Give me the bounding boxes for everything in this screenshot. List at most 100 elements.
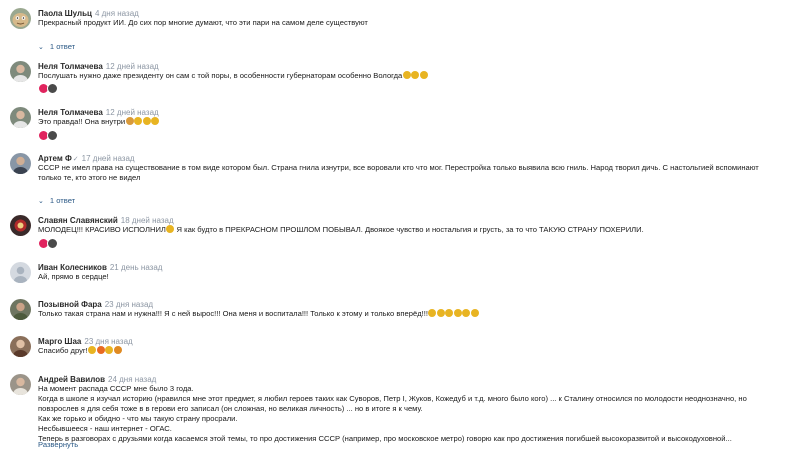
author-name[interactable]: Позывной Фара <box>38 300 102 309</box>
comment-line: На момент распада СССР мне было 3 года. <box>38 384 194 393</box>
avatar[interactable] <box>10 336 31 357</box>
comment-line: только те, кто этого не видел <box>38 173 141 182</box>
avatar[interactable] <box>10 61 31 82</box>
thumbs-up-icon <box>134 117 143 125</box>
verified-icon: ✓ <box>72 156 79 163</box>
comment-text: Послушать нужно даже президенту он сам с… <box>38 71 790 81</box>
replies-toggle[interactable]: ⌄ 1 ответ <box>38 42 75 51</box>
comment-line: Когда в школе я изучал историю (нравился… <box>38 394 747 403</box>
flex-icon <box>105 346 114 354</box>
hand-icon <box>462 309 471 317</box>
comment-line: Спасибо друг! <box>38 346 790 356</box>
comment-text: Спасибо друг! <box>38 346 790 356</box>
comment-author[interactable]: Андрей Вавилов 24 дня назад <box>38 375 156 384</box>
comment-line: Это правда!! Она внутри <box>38 117 790 127</box>
author-name[interactable]: Неля Толмачева <box>38 108 103 117</box>
cartoon-face-avatar-icon <box>10 8 31 29</box>
comment-author[interactable]: Артем Ф✓ 17 дней назад <box>38 154 135 163</box>
heart-dark-icon <box>47 82 58 94</box>
author-name[interactable]: Марго Шаа <box>38 337 81 346</box>
fire-icon <box>96 346 105 354</box>
comment-text: Это правда!! Она внутри <box>38 117 790 127</box>
thumbs-up-icon <box>419 71 428 79</box>
avatar[interactable] <box>10 262 31 283</box>
default-user-avatar-icon <box>10 262 31 283</box>
comment-author[interactable]: Паола Шульц 4 дня назад <box>38 9 139 18</box>
hand-icon <box>453 309 462 317</box>
comment-date[interactable]: 21 день назад <box>110 263 163 272</box>
clap-icon <box>125 117 134 125</box>
comment-line: МОЛОДЕЦ!!! КРАСИВО ИСПОЛНИЛ Я как будто … <box>38 225 644 234</box>
reactions[interactable] <box>38 237 58 249</box>
chevron-down-icon: ⌄ <box>38 198 44 205</box>
comment-date[interactable]: 24 дня назад <box>108 375 156 384</box>
thumbs-up-icon <box>411 71 420 79</box>
author-name[interactable]: Паола Шульц <box>38 9 92 18</box>
comment-text: МОЛОДЕЦ!!! КРАСИВО ИСПОЛНИЛ Я как будто … <box>38 225 790 235</box>
comment-author[interactable]: Марго Шаа 23 дня назад <box>38 337 133 346</box>
pray-icon <box>88 346 97 354</box>
thumbs-up-icon <box>402 71 411 79</box>
comment-line: Ай, прямо в сердце! <box>38 272 109 281</box>
thumbs-up-icon <box>142 117 151 125</box>
person-photo-avatar-icon <box>10 107 31 128</box>
author-name[interactable]: Неля Толмачева <box>38 62 103 71</box>
hand-icon <box>445 309 454 317</box>
comment-line: повзрослев я для себя тоже в в герови ег… <box>38 404 423 413</box>
thumbs-up-icon <box>151 117 160 125</box>
comment-date[interactable]: 4 дня назад <box>95 9 139 18</box>
heart-dark-icon <box>47 129 58 141</box>
replies-toggle[interactable]: ⌄ 1 ответ <box>38 196 75 205</box>
comment-line: Послушать нужно даже президенту он сам с… <box>38 71 790 81</box>
comment-author[interactable]: Иван Колесников 21 день назад <box>38 263 162 272</box>
avatar[interactable] <box>10 374 31 395</box>
comment-text: Ай, прямо в сердце! <box>38 272 790 282</box>
heart-icon <box>436 309 445 317</box>
avatar[interactable] <box>10 299 31 320</box>
heart-dark-icon <box>47 237 58 249</box>
person-photo-avatar-icon <box>10 299 31 320</box>
expand-link[interactable]: Развернуть <box>38 440 78 449</box>
author-name[interactable]: Славян Славянский <box>38 216 118 225</box>
author-name[interactable]: Артем Ф <box>38 154 72 163</box>
author-name[interactable]: Иван Колесников <box>38 263 107 272</box>
hand-icon <box>470 309 479 317</box>
reactions[interactable] <box>38 82 58 94</box>
comment-line: Как же горько и обидно - что мы такую ст… <box>38 414 238 423</box>
comment-line: Несбывшееся - наш интернет - ОГАС. <box>38 424 172 433</box>
comment-text: СССР не имел права на существование в то… <box>38 163 790 183</box>
person-photo-avatar-icon <box>10 153 31 174</box>
comment-date[interactable]: 12 дней назад <box>106 108 159 117</box>
comment-text: На момент распада СССР мне было 3 года. … <box>38 384 790 444</box>
thumbs-up-icon <box>428 309 437 317</box>
avatar[interactable] <box>10 107 31 128</box>
comment-date[interactable]: 12 дней назад <box>106 62 159 71</box>
heart-icon <box>113 346 122 354</box>
comment-author[interactable]: Неля Толмачева 12 дней назад <box>38 62 159 71</box>
avatar[interactable] <box>10 215 31 236</box>
person-photo-avatar-icon <box>10 61 31 82</box>
person-photo-avatar-icon <box>10 374 31 395</box>
comment-date[interactable]: 17 дней назад <box>82 154 135 163</box>
comment-line: Только такая страна нам и нужна!!! Я с н… <box>38 309 790 319</box>
comment-line: Теперь в разговорах с друзьями когда кас… <box>38 434 732 443</box>
chevron-down-icon: ⌄ <box>38 44 44 51</box>
comment-author[interactable]: Неля Толмачева 12 дней назад <box>38 108 159 117</box>
author-name[interactable]: Андрей Вавилов <box>38 375 105 384</box>
comment-text: Прекрасный продукт ИИ. До сих пор многие… <box>38 18 790 28</box>
comment-date[interactable]: 23 дня назад <box>84 337 132 346</box>
comment-line: СССР не имел права на существование в то… <box>38 163 759 172</box>
avatar[interactable] <box>10 153 31 174</box>
comment-date[interactable]: 23 дня назад <box>105 300 153 309</box>
comment-author[interactable]: Позывной Фара 23 дня назад <box>38 300 153 309</box>
avatar[interactable] <box>10 8 31 29</box>
comment-line: Прекрасный продукт ИИ. До сих пор многие… <box>38 18 368 27</box>
reactions[interactable] <box>38 129 58 141</box>
comment-text: Только такая страна нам и нужна!!! Я с н… <box>38 309 790 319</box>
emblem-avatar-icon <box>10 215 31 236</box>
comment-date[interactable]: 18 дней назад <box>121 216 174 225</box>
comment-author[interactable]: Славян Славянский 18 дней назад <box>38 216 174 225</box>
replies-count: 1 ответ <box>49 42 76 51</box>
replies-count: 1 ответ <box>49 196 76 205</box>
person-photo-avatar-icon <box>10 336 31 357</box>
